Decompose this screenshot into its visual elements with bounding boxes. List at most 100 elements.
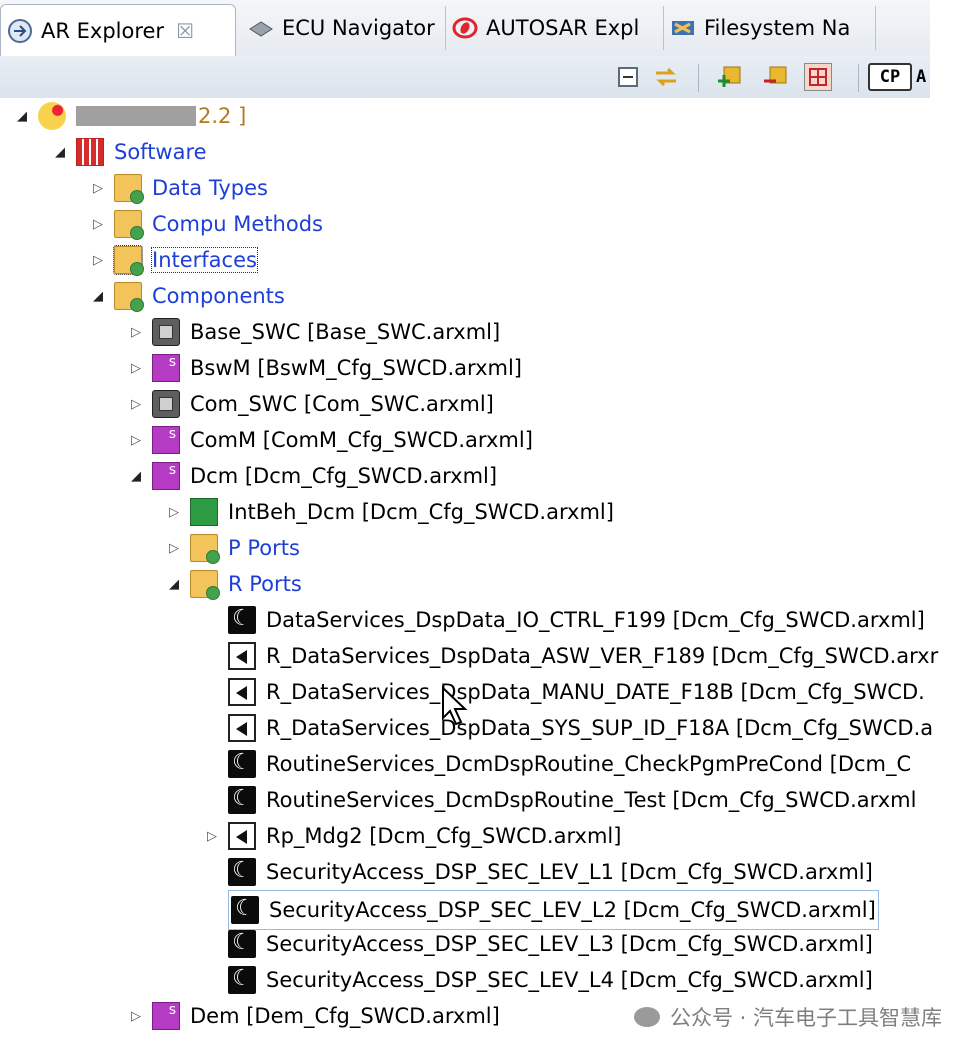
tree-item-r-ports[interactable]: ◢ R Ports [164,566,302,602]
software-component-icon [152,318,180,346]
tree-item-project[interactable]: ◢ 2.2 ] [12,98,246,134]
tree-item-intbeh-dcm[interactable]: ▷ IntBeh_Dcm [Dcm_Cfg_SWCD.arxml] [164,494,614,530]
view-toolbar: CP A [0,56,930,98]
expand-arrow-icon[interactable]: ▷ [126,361,146,376]
expand-arrow-icon[interactable]: ▷ [126,1009,146,1024]
collapse-arrow-icon[interactable]: ◢ [126,469,146,484]
expand-arrow-icon[interactable]: ▷ [126,397,146,412]
tree-item-port[interactable]: ☾ SecurityAccess_DSP_SEC_LEV_L3 [Dcm_Cfg… [228,926,873,962]
tab-label: Filesystem Na [704,16,851,40]
tab-ecu-navigator[interactable]: ECU Navigator [242,6,446,50]
service-component-icon [152,354,180,382]
tree-item-port[interactable]: R_DataServices_DspData_ASW_VER_F189 [Dcm… [228,638,938,674]
tree-item-port[interactable]: ☾ RoutineServices_DcmDspRoutine_Test [Dc… [228,782,916,818]
client-port-icon: ☾ [228,930,256,958]
tree-item-label: Dcm [Dcm_Cfg_SWCD.arxml] [190,464,498,488]
service-component-icon [152,1002,180,1030]
tab-autosar-explorer[interactable]: AUTOSAR Expl [446,6,664,50]
watermark: 公众号 · 汽车电子工具智慧库 [633,1002,942,1032]
tree-item-label: SecurityAccess_DSP_SEC_LEV_L4 [Dcm_Cfg_S… [266,968,873,992]
package-folder-icon [113,245,144,276]
tree-item-label: Rp_Mdg2 [Dcm_Cfg_SWCD.arxml] [266,824,622,848]
tree-item-label: Components [152,284,285,308]
tree-item-port[interactable]: ☾ SecurityAccess_DSP_SEC_LEV_L4 [Dcm_Cfg… [228,962,873,998]
tree-item-dem[interactable]: ▷ Dem [Dem_Cfg_SWCD.arxml] [126,998,500,1034]
toolbar-overflow-button[interactable]: A [916,63,930,91]
tree-item-dcm[interactable]: ◢ Dcm [Dcm_Cfg_SWCD.arxml] [126,458,497,494]
cp-button[interactable]: CP [868,63,912,91]
package-folder-icon [114,282,144,312]
software-component-icon [152,390,180,418]
receiver-port-icon [228,714,256,742]
collapse-arrow-icon[interactable]: ◢ [88,289,108,304]
expand-arrow-icon[interactable]: ▷ [88,253,108,268]
receiver-port-icon [228,822,256,850]
add-component-icon[interactable] [716,63,744,91]
tree-item-com-swc[interactable]: ▷ Com_SWC [Com_SWC.arxml] [126,386,494,422]
receiver-port-icon [228,678,256,706]
ports-folder-icon [190,570,220,600]
tree-item-port-selected[interactable]: ☾ SecurityAccess_DSP_SEC_LEV_L2 [Dcm_Cfg… [228,890,879,930]
tab-label: AR Explorer [41,18,165,43]
expand-arrow-icon[interactable]: ▷ [88,181,108,196]
ports-folder-icon [190,534,220,564]
tree-item-bswm[interactable]: ▷ BswM [BswM_Cfg_SWCD.arxml] [126,350,522,386]
expand-arrow-icon[interactable]: ▷ [126,433,146,448]
expand-arrow-icon[interactable]: ▷ [202,829,222,844]
tab-ar-explorer[interactable]: AR Explorer ☒ [0,4,236,56]
package-folder-icon [114,210,144,240]
expand-arrow-icon[interactable]: ▷ [164,505,184,520]
tree-item-label: R_DataServices_DspData_MANU_DATE_F18B [D… [266,680,925,704]
tree-item-p-ports[interactable]: ▷ P Ports [164,530,300,566]
tree-item-label: Compu Methods [152,212,323,236]
tree-item-comm[interactable]: ▷ ComM [ComM_Cfg_SWCD.arxml] [126,422,533,458]
software-package-icon [76,138,104,166]
collapse-arrow-icon[interactable]: ◢ [164,577,184,592]
tree-item-software[interactable]: ◢ Software [50,134,207,170]
grid-view-icon[interactable] [804,63,832,91]
tree-item-label: Software [114,140,207,164]
close-icon[interactable]: ☒ [176,19,194,43]
link-with-editor-icon[interactable] [652,63,680,91]
tree-item-label: RoutineServices_DcmDspRoutine_CheckPgmPr… [266,752,912,776]
tree-item-label: R_DataServices_DspData_SYS_SUP_ID_F18A [… [266,716,934,740]
tree-item-port[interactable]: ☾ RoutineServices_DcmDspRoutine_CheckPgm… [228,746,911,782]
service-component-icon [152,426,180,454]
collapse-arrow-icon[interactable]: ◢ [12,109,32,124]
tree-item-interfaces[interactable]: ▷ Interfaces [88,242,258,278]
package-folder-icon [114,174,144,204]
tree-item-label: SecurityAccess_DSP_SEC_LEV_L1 [Dcm_Cfg_S… [266,860,873,884]
tree-item-data-types[interactable]: ▷ Data Types [88,170,268,206]
tree-item-port[interactable]: ☾ DataServices_DspData_IO_CTRL_F199 [Dcm… [228,602,925,638]
tab-filesystem-navigator[interactable]: Filesystem Na [664,6,876,50]
toolbar-separator [858,64,859,92]
client-port-icon: ☾ [228,966,256,994]
filesystem-navigator-icon [670,15,696,41]
tree-item-label: Data Types [152,176,268,200]
internal-behavior-icon [190,498,218,526]
expand-arrow-icon[interactable]: ▷ [88,217,108,232]
receiver-port-icon [228,642,256,670]
ecu-navigator-icon [248,15,274,41]
client-port-icon: ☾ [231,896,259,924]
tree-item-label: P Ports [228,536,300,560]
remove-component-icon[interactable] [762,63,790,91]
tree-item-port[interactable]: R_DataServices_DspData_MANU_DATE_F18B [D… [228,674,925,710]
tree-item-compu-methods[interactable]: ▷ Compu Methods [88,206,323,242]
tree-item-port[interactable]: ☾ SecurityAccess_DSP_SEC_LEV_L1 [Dcm_Cfg… [228,854,873,890]
autosar-project-icon [38,102,66,130]
tree-item-label: IntBeh_Dcm [Dcm_Cfg_SWCD.arxml] [228,500,614,524]
mouse-cursor-icon [441,685,469,732]
expand-arrow-icon[interactable]: ▷ [126,325,146,340]
tree-item-label: R_DataServices_DspData_ASW_VER_F189 [Dcm… [266,644,939,668]
collapse-all-icon[interactable] [614,63,642,91]
tab-label: ECU Navigator [282,16,435,40]
tree-item-port[interactable]: R_DataServices_DspData_SYS_SUP_ID_F18A [… [228,710,933,746]
expand-arrow-icon[interactable]: ▷ [164,541,184,556]
tree-item-base-swc[interactable]: ▷ Base_SWC [Base_SWC.arxml] [126,314,500,350]
tree-item-components[interactable]: ◢ Components [88,278,285,314]
tree-item-port[interactable]: ▷ Rp_Mdg2 [Dcm_Cfg_SWCD.arxml] [202,818,621,854]
client-port-icon: ☾ [228,606,256,634]
collapse-arrow-icon[interactable]: ◢ [50,145,70,160]
tree-item-label: Base_SWC [Base_SWC.arxml] [190,320,501,344]
